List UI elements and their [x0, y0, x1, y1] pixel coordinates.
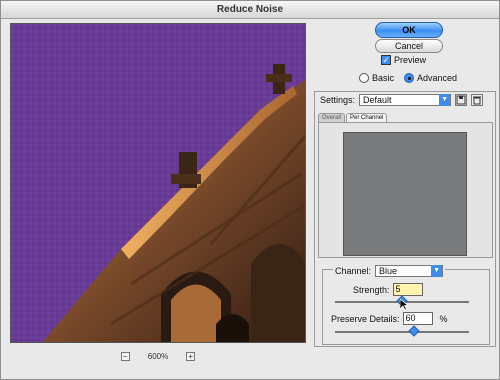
- preserve-details-input[interactable]: 60: [402, 312, 433, 325]
- image-preview[interactable]: [10, 23, 306, 343]
- window-title: Reduce Noise: [1, 1, 499, 19]
- settings-label: Settings:: [320, 95, 356, 105]
- advanced-label: Advanced: [417, 73, 458, 83]
- cathedral-preview-image: [11, 24, 305, 342]
- preview-label: Preview: [394, 55, 427, 65]
- cancel-button[interactable]: Cancel: [375, 39, 443, 53]
- chevron-down-icon: ▼: [439, 94, 451, 106]
- settings-value: Default: [363, 95, 392, 105]
- channel-value: Blue: [379, 266, 398, 276]
- zoom-out-button[interactable]: −: [120, 351, 130, 361]
- preview-checkbox-row[interactable]: ✓ Preview: [381, 55, 426, 65]
- trash-icon[interactable]: [471, 94, 484, 106]
- mode-radio-group: Basic Advanced: [359, 73, 457, 83]
- channel-row: Channel: Blue ▼: [333, 265, 446, 277]
- ok-button[interactable]: OK: [375, 22, 443, 38]
- preview-checkbox[interactable]: ✓: [381, 55, 391, 65]
- save-icon[interactable]: [455, 94, 468, 106]
- preserve-details-label: Preserve Details:: [331, 313, 400, 324]
- tab-per-channel[interactable]: Per Channel: [346, 113, 388, 122]
- reduce-noise-dialog: Reduce Noise − 600% + OK Cancel ✓ Previe…: [0, 0, 500, 380]
- preserve-details-slider-track[interactable]: [335, 331, 469, 333]
- settings-tabs: Overall Per Channel: [318, 113, 388, 122]
- channel-dropdown[interactable]: Blue ▼: [375, 265, 444, 277]
- settings-row: Settings: Default ▼: [320, 94, 484, 106]
- settings-dropdown[interactable]: Default ▼: [359, 94, 452, 106]
- basic-radio[interactable]: [359, 73, 369, 83]
- strength-input[interactable]: 5: [392, 283, 423, 296]
- advanced-option[interactable]: Advanced: [404, 73, 457, 83]
- zoom-level: 600%: [147, 351, 169, 361]
- channel-label: Channel:: [335, 266, 372, 276]
- preserve-details-row: Preserve Details: 60 %: [331, 312, 448, 325]
- basic-option[interactable]: Basic: [359, 73, 394, 83]
- zoom-in-button[interactable]: +: [186, 351, 196, 361]
- advanced-radio[interactable]: [404, 73, 415, 83]
- strength-row: Strength: 5: [353, 283, 423, 296]
- zoom-controls: − 600% +: [10, 349, 306, 363]
- basic-label: Basic: [372, 73, 395, 83]
- strength-label: Strength:: [353, 284, 390, 295]
- channel-preview-image: [343, 132, 467, 256]
- chevron-down-icon: ▼: [431, 265, 443, 277]
- tab-overall[interactable]: Overall: [318, 113, 346, 122]
- percent-unit: %: [439, 313, 448, 324]
